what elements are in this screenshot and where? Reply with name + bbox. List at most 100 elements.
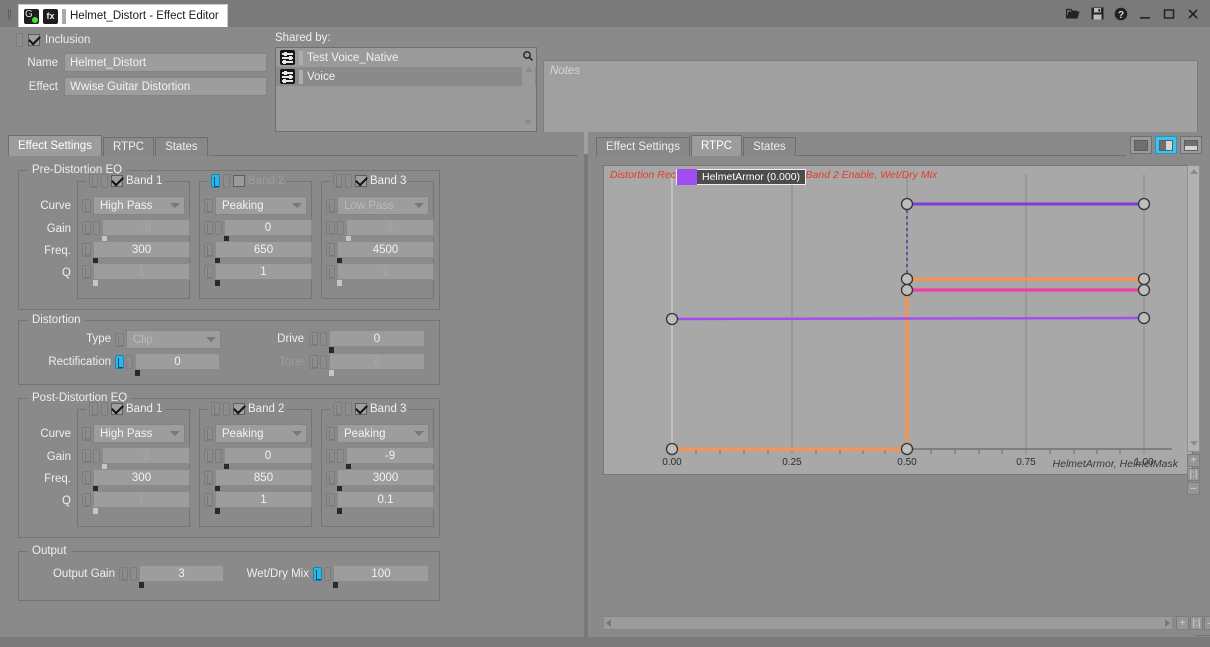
zoom-in-horizontal-button[interactable]: + (1176, 616, 1189, 630)
scroll-up-icon[interactable] (1189, 169, 1198, 174)
view-single-button[interactable] (1130, 136, 1152, 154)
slider-thumb[interactable] (329, 370, 334, 376)
pre-eq-band-2-q-slider[interactable]: 1 (215, 263, 312, 286)
post-eq-band-2-curve-select[interactable]: Peaking (215, 424, 307, 443)
rtpc-icon[interactable] (89, 402, 98, 416)
state-icon[interactable] (215, 448, 222, 463)
pre-eq-band-3-q-slider[interactable]: 1 (337, 263, 434, 286)
rectification-slider[interactable]: 0 (135, 353, 220, 376)
state-icon[interactable] (223, 174, 230, 188)
slider-thumb[interactable] (139, 582, 144, 588)
post-eq-band-3-q-slider[interactable]: 0.1 (337, 491, 434, 514)
pre-eq-band-2-freq-slider[interactable]: 650 (215, 241, 312, 264)
scroll-right-icon[interactable] (1165, 619, 1170, 627)
pre-eq-band-2-checkbox[interactable] (233, 175, 245, 187)
pre-eq-band-1-freq-slider[interactable]: 300 (93, 241, 190, 264)
rtpc-icon[interactable] (82, 242, 91, 257)
open-folder-icon[interactable] (1062, 3, 1084, 25)
distortion-type-select[interactable]: Clip (126, 330, 221, 349)
list-item[interactable]: Test Voice_Native (276, 48, 536, 67)
output-gain-slider[interactable]: 3 (139, 565, 224, 588)
rtpc-icon[interactable] (326, 220, 335, 235)
pre-eq-band-3-curve-select[interactable]: Low Pass (337, 196, 429, 215)
effect-input[interactable]: Wwise Guitar Distortion (64, 77, 267, 96)
state-icon[interactable] (130, 566, 137, 581)
shared-by-scrollbar[interactable] (522, 64, 535, 130)
state-icon[interactable] (223, 402, 230, 416)
tab-effect-settings[interactable]: Effect Settings (8, 135, 102, 156)
rtpc-icon[interactable] (204, 492, 213, 507)
zoom-fit-vertical-button[interactable]: |:| (1187, 468, 1200, 481)
state-icon[interactable] (345, 402, 352, 416)
rtpc-icon[interactable] (204, 426, 213, 441)
state-icon[interactable] (324, 566, 331, 581)
rtpc-icon[interactable] (82, 198, 91, 213)
help-icon[interactable]: ? (1110, 3, 1132, 25)
pre-eq-band-3-freq-slider[interactable]: 4500 (337, 241, 434, 264)
drive-slider[interactable]: 0 (329, 330, 425, 353)
scroll-up-icon[interactable] (524, 67, 533, 72)
tab-rtpc-right[interactable]: RTPC (690, 135, 743, 156)
post-eq-band-1-curve-select[interactable]: High Pass (93, 424, 185, 443)
list-item[interactable]: Voice (276, 67, 536, 86)
state-icon[interactable] (337, 448, 344, 463)
rtpc-icon[interactable] (326, 242, 335, 257)
post-eq-band-1-freq-slider[interactable]: 300 (93, 469, 190, 492)
pre-eq-band-3-gain-slider[interactable]: 0 (346, 219, 434, 242)
window-tab[interactable]: fx Helmet_Distort - Effect Editor (18, 4, 228, 27)
rtpc-icon[interactable] (326, 264, 335, 279)
post-eq-band-2-checkbox[interactable] (233, 403, 245, 415)
pre-eq-band-1-gain-slider[interactable]: -6 (102, 219, 190, 242)
rtpc-icon[interactable] (309, 331, 318, 346)
rtpc-icon[interactable] (211, 402, 220, 416)
slider-thumb[interactable] (135, 370, 140, 376)
rtpc-icon[interactable] (204, 242, 213, 257)
pre-eq-band-1-q-slider[interactable]: 1 (93, 263, 190, 286)
name-input[interactable]: Helmet_Distort (64, 53, 267, 72)
rtpc-icon[interactable] (82, 448, 91, 463)
rtpc-icon[interactable] (82, 220, 91, 235)
rtpc-icon[interactable] (309, 354, 318, 369)
tab-effect-settings-right[interactable]: Effect Settings (596, 137, 690, 156)
save-icon[interactable] (1086, 3, 1108, 25)
scroll-left-icon[interactable] (606, 619, 611, 627)
state-icon[interactable] (345, 174, 352, 188)
pre-eq-band-1-curve-select[interactable]: High Pass (93, 196, 185, 215)
rtpc-icon[interactable] (82, 264, 91, 279)
zoom-out-horizontal-button[interactable]: – (1204, 616, 1210, 630)
post-eq-band-2-gain-slider[interactable]: 0 (224, 447, 312, 470)
shared-by-list[interactable]: Test Voice_Native Voice (275, 47, 537, 132)
post-eq-band-2-freq-slider[interactable]: 850 (215, 469, 312, 492)
slider-thumb[interactable] (93, 280, 98, 286)
rtpc-icon[interactable] (115, 332, 124, 347)
state-icon[interactable] (101, 402, 108, 416)
pre-eq-band-3-checkbox[interactable] (355, 175, 367, 187)
tab-states[interactable]: States (155, 137, 208, 156)
rtpc-icon[interactable] (119, 566, 128, 581)
rtpc-icon[interactable] (326, 492, 335, 507)
view-split-vertical-button[interactable] (1155, 136, 1177, 154)
rtpc-icon[interactable] (204, 470, 213, 485)
zoom-out-vertical-button[interactable]: – (1187, 482, 1200, 495)
tab-rtpc[interactable]: RTPC (102, 137, 155, 156)
rtpc-icon[interactable] (204, 198, 213, 213)
zoom-fit-horizontal-button[interactable]: |:| (1190, 616, 1203, 630)
post-eq-band-3-freq-slider[interactable]: 3000 (337, 469, 434, 492)
state-icon[interactable] (93, 220, 100, 235)
pre-eq-band-2-curve-select[interactable]: Peaking (215, 196, 307, 215)
rtpc-icon[interactable] (82, 426, 91, 441)
rtpc-icon[interactable] (82, 470, 91, 485)
scroll-down-icon[interactable] (1190, 441, 1198, 446)
pre-eq-band-1-checkbox[interactable] (111, 175, 123, 187)
rtpc-icon[interactable] (204, 220, 213, 235)
rtpc-icon[interactable] (115, 354, 124, 369)
maximize-icon[interactable] (1158, 3, 1180, 25)
state-icon[interactable] (320, 354, 327, 369)
rtpc-icon[interactable] (326, 470, 335, 485)
post-eq-band-3-gain-slider[interactable]: -9 (346, 447, 434, 470)
state-icon[interactable] (93, 448, 100, 463)
minimize-icon[interactable] (1134, 3, 1156, 25)
state-icon[interactable] (337, 220, 344, 235)
rtpc-graph[interactable]: 0.00 0.25 0.50 0.75 1.00 Distortion Rect… (603, 165, 1193, 475)
rtpc-icon[interactable] (204, 264, 213, 279)
